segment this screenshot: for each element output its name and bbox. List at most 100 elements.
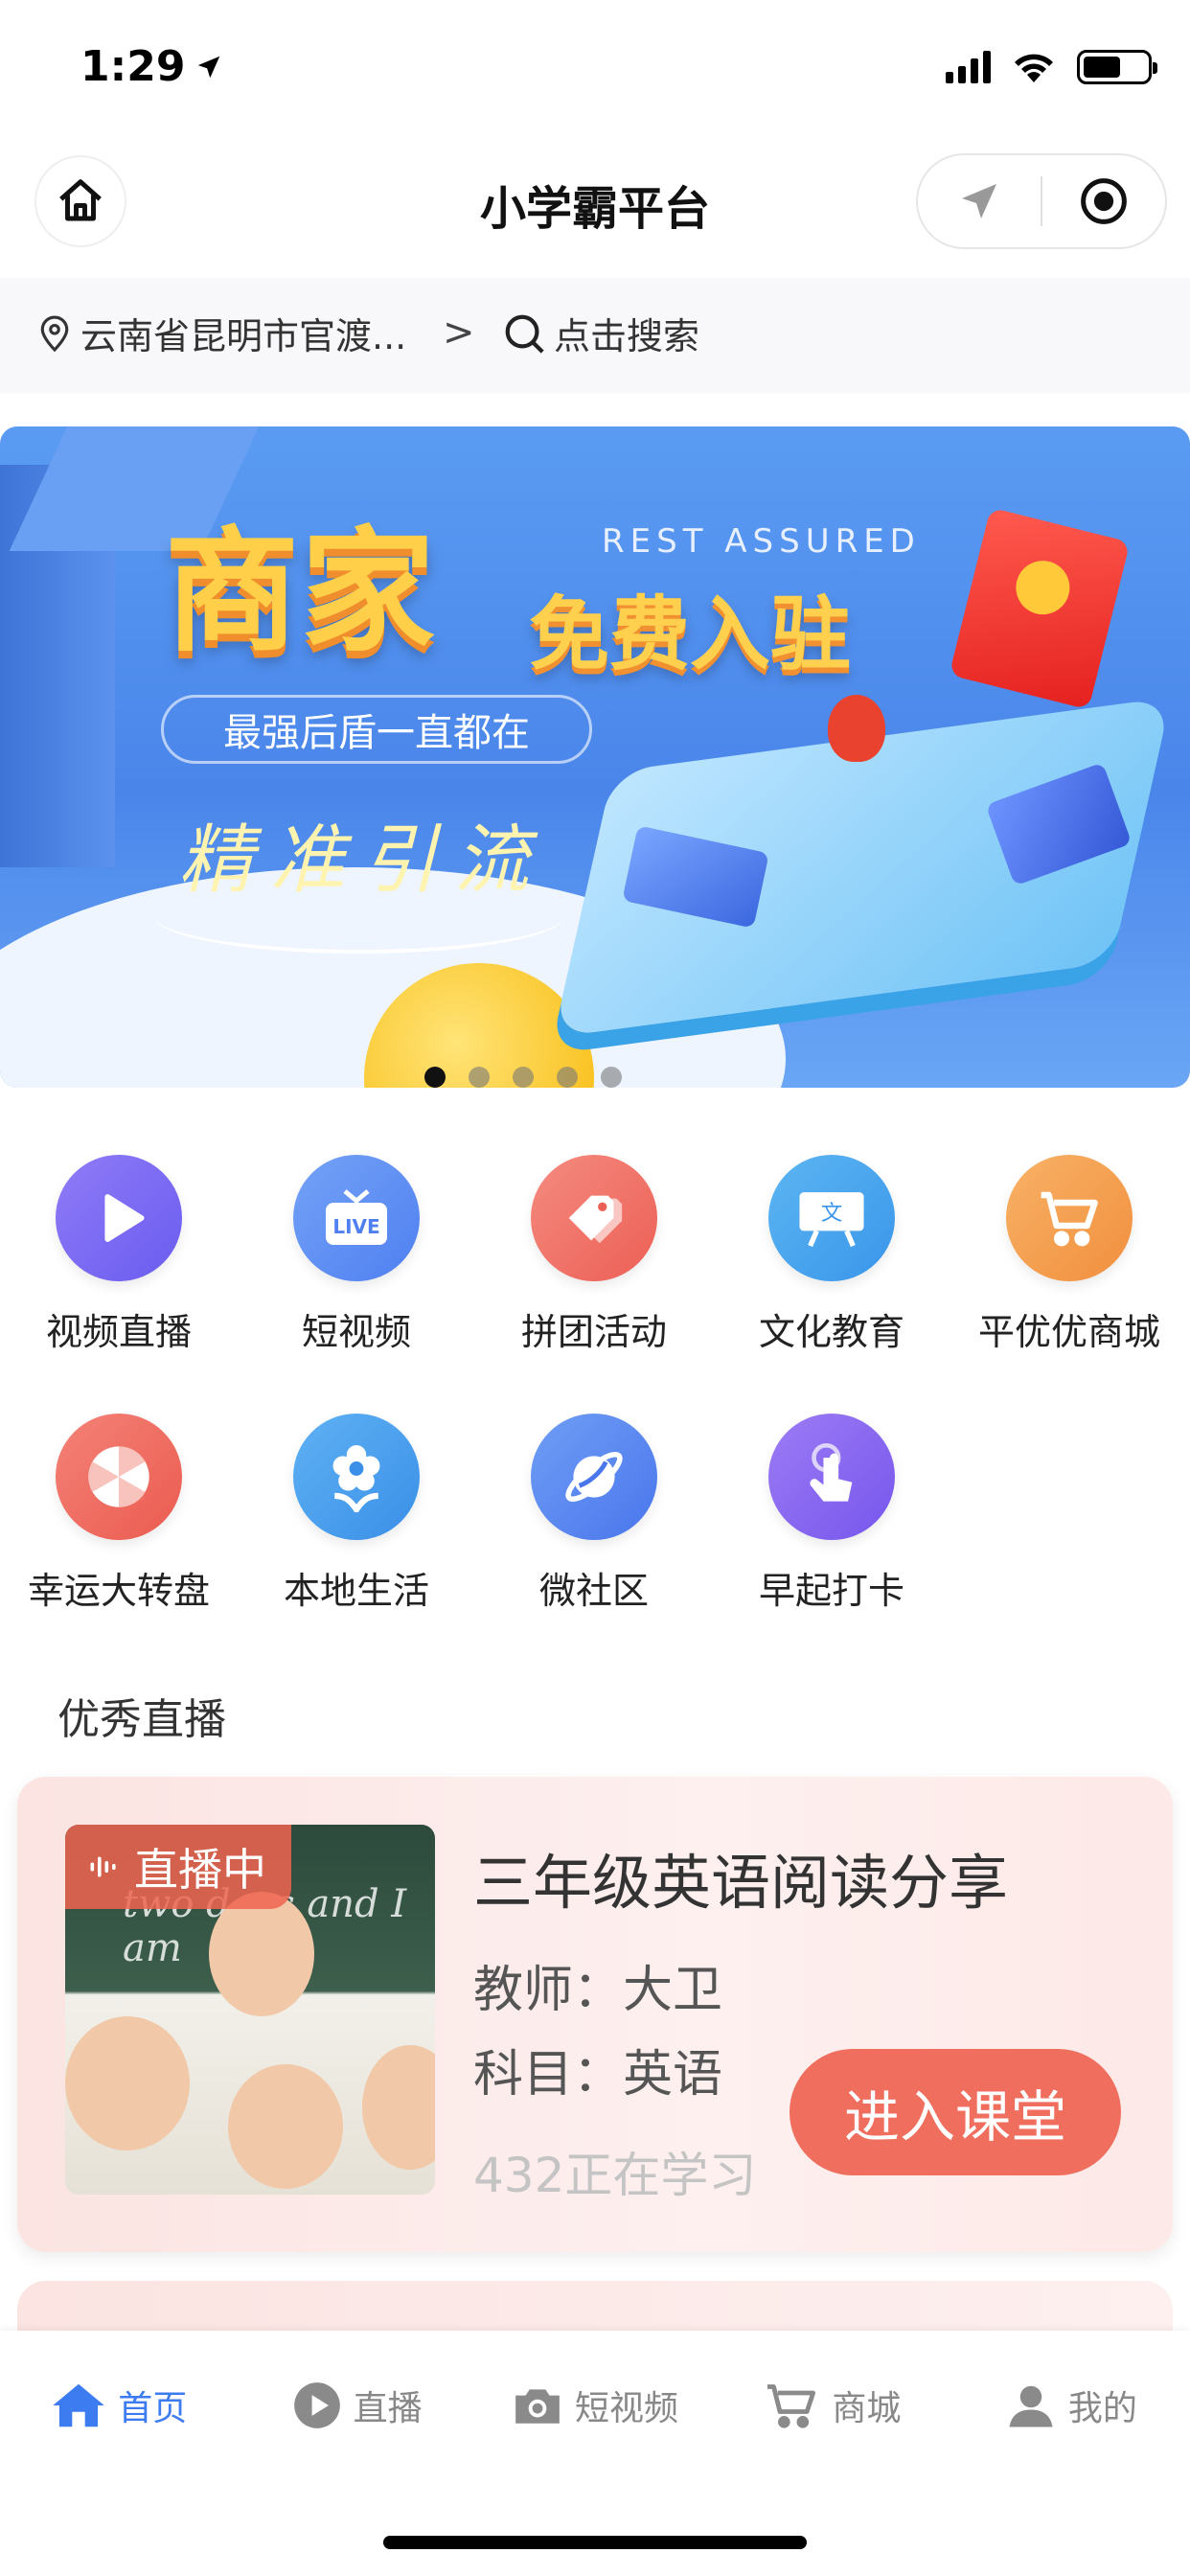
course-thumbnail: two days and I am 直播中 xyxy=(65,1825,435,2195)
banner-subtitle-en: REST ASSURED xyxy=(602,522,921,561)
location-search-row: 云南省昆明市官渡... > 点击搜索 xyxy=(0,278,1190,393)
cart-icon xyxy=(1006,1155,1133,1281)
map-pin-icon xyxy=(40,314,69,352)
search-box[interactable]: 点击搜索 xyxy=(502,307,699,359)
svg-text:文: 文 xyxy=(821,1201,842,1226)
tab-list: 首页 直播 短视频 商城 我的 xyxy=(0,2331,1190,2480)
tab-live[interactable]: 直播 xyxy=(238,2380,475,2430)
feature-early-checkin[interactable]: 早起打卡 xyxy=(713,1414,950,1672)
planet-icon xyxy=(531,1414,657,1540)
tag-icon xyxy=(531,1155,657,1281)
feature-label: 文化教育 xyxy=(758,1311,904,1353)
feature-label: 本地生活 xyxy=(283,1570,429,1612)
mini-program-capsule xyxy=(916,153,1167,249)
chevron-right-icon: > xyxy=(443,310,475,355)
feature-label: 短视频 xyxy=(301,1311,411,1353)
tab-label: 直播 xyxy=(353,2389,423,2428)
close-mini-program-button[interactable] xyxy=(1042,155,1165,247)
feature-mall[interactable]: 平优优商城 xyxy=(950,1155,1188,1414)
course-subject: 科目：英语 xyxy=(473,2046,723,2104)
feature-grid: 视频直播 LIVE 短视频 拼团活动 文 文化教育 平优优商城 幸运大转盘 本地… xyxy=(0,1155,1190,1672)
course-teacher: 教师：大卫 xyxy=(473,1962,723,2019)
home-icon xyxy=(53,2383,104,2427)
child-figure xyxy=(362,2045,435,2170)
teacher-figure xyxy=(209,1892,314,2016)
camera-icon xyxy=(515,2389,560,2424)
tab-mall[interactable]: 商城 xyxy=(714,2380,951,2430)
enter-classroom-button[interactable]: 进入课堂 xyxy=(790,2049,1121,2175)
money-bag-image xyxy=(828,695,885,762)
battery-icon xyxy=(1077,50,1157,84)
red-envelope-image xyxy=(949,507,1131,710)
promo-banner[interactable]: 商家 REST ASSURED 免费入驻 最强后盾一直都在 精准引流 xyxy=(0,426,1190,1088)
banner-swoosh xyxy=(153,877,565,954)
live-tv-icon: LIVE xyxy=(293,1155,420,1281)
play-icon xyxy=(56,1155,182,1281)
feature-label: 幸运大转盘 xyxy=(27,1570,210,1612)
time-text: 1:29 xyxy=(80,42,186,91)
wheel-icon xyxy=(56,1414,182,1540)
navigation-arrow-icon xyxy=(962,184,996,218)
course-title: 三年级英语阅读分享 xyxy=(473,1848,1009,1918)
status-time: 1:29 xyxy=(80,42,223,91)
location-arrow-icon xyxy=(198,56,220,78)
location-selector[interactable]: 云南省昆明市官渡... xyxy=(38,307,406,359)
feature-label: 视频直播 xyxy=(45,1311,192,1353)
user-icon xyxy=(1009,2385,1053,2427)
search-icon xyxy=(505,314,544,354)
child-figure xyxy=(65,2016,190,2150)
tap-hand-icon xyxy=(768,1414,895,1540)
feature-community[interactable]: 微社区 xyxy=(475,1414,713,1672)
live-badge-label: 直播中 xyxy=(134,1844,266,1896)
play-circle-icon xyxy=(293,2382,340,2428)
cart-icon xyxy=(767,2384,816,2428)
tab-short-video[interactable]: 短视频 xyxy=(476,2380,714,2430)
signal-icon xyxy=(946,51,991,83)
banner-title-secondary: 免费入驻 xyxy=(529,587,852,681)
feature-label: 平优优商城 xyxy=(977,1311,1160,1353)
status-bar: 1:29 xyxy=(0,0,1190,134)
feature-group-buy[interactable]: 拼团活动 xyxy=(475,1155,713,1414)
feature-culture-education[interactable]: 文 文化教育 xyxy=(713,1155,950,1414)
feature-label: 早起打卡 xyxy=(758,1570,904,1612)
banner-tagline: 最强后盾一直都在 xyxy=(161,695,592,764)
carousel-dot[interactable] xyxy=(469,1067,490,1088)
child-figure xyxy=(228,2064,343,2189)
banner-title: 商家 xyxy=(165,515,438,671)
carousel-dot[interactable] xyxy=(557,1067,578,1088)
feature-local-life[interactable]: 本地生活 xyxy=(238,1414,475,1672)
feature-video-live[interactable]: 视频直播 xyxy=(0,1155,238,1414)
carousel-dot[interactable] xyxy=(601,1067,622,1088)
blackboard-icon: 文 xyxy=(768,1155,895,1281)
sound-wave-icon xyxy=(90,1856,116,1877)
feature-label: 拼团活动 xyxy=(520,1311,667,1353)
feature-short-video[interactable]: LIVE 短视频 xyxy=(238,1155,475,1414)
nav-bar: 小学霸平台 xyxy=(0,144,1190,259)
record-icon xyxy=(1081,178,1127,224)
search-placeholder: 点击搜索 xyxy=(554,315,700,357)
feature-lucky-wheel[interactable]: 幸运大转盘 xyxy=(0,1414,238,1672)
carousel-dot[interactable] xyxy=(513,1067,534,1088)
tab-label: 商城 xyxy=(832,2389,902,2428)
feature-row-2: 幸运大转盘 本地生活 微社区 早起打卡 xyxy=(0,1414,1190,1672)
carousel-dots xyxy=(0,1067,1118,1088)
live-badge: 直播中 xyxy=(65,1825,291,1909)
live-course-card[interactable]: two days and I am 直播中 三年级英语阅读分享 教师：大卫 科目… xyxy=(17,1777,1173,2252)
home-indicator xyxy=(383,2536,807,2549)
section-title: 优秀直播 xyxy=(57,1695,226,1744)
location-text: 云南省昆明市官渡... xyxy=(80,315,407,357)
viewer-count: 432正在学习 xyxy=(473,2148,757,2203)
wifi-icon xyxy=(1015,54,1053,82)
tab-home[interactable]: 首页 xyxy=(0,2380,238,2431)
tab-bar: 首页 直播 短视频 商城 我的 xyxy=(0,2331,1190,2576)
share-location-button[interactable] xyxy=(918,155,1041,247)
status-indicators xyxy=(946,50,1157,84)
feature-row-1: 视频直播 LIVE 短视频 拼团活动 文 文化教育 平优优商城 xyxy=(0,1155,1190,1414)
carousel-dot-active[interactable] xyxy=(424,1067,446,1088)
svg-text:LIVE: LIVE xyxy=(332,1215,379,1238)
tab-label: 首页 xyxy=(118,2389,188,2428)
tab-profile[interactable]: 我的 xyxy=(952,2380,1190,2431)
feature-label: 微社区 xyxy=(538,1570,649,1612)
tab-label: 我的 xyxy=(1067,2389,1137,2428)
flower-icon xyxy=(293,1414,420,1540)
